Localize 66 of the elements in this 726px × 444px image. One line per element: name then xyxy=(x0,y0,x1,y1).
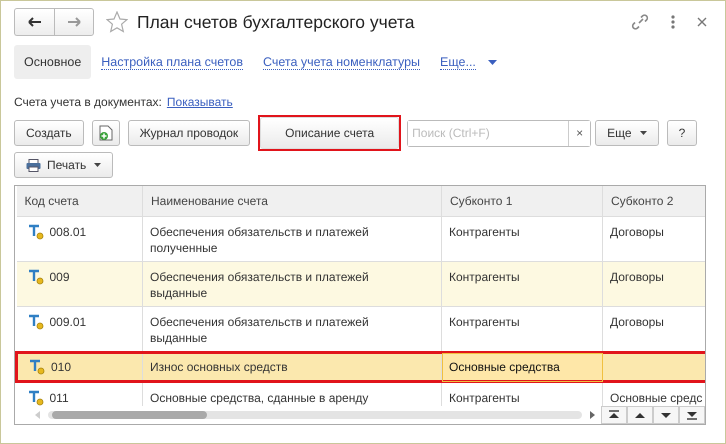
star-icon[interactable] xyxy=(106,11,128,33)
back-arrow-icon xyxy=(28,17,42,27)
scroll-button[interactable] xyxy=(627,406,653,424)
table-cell-text: Основные средства, сданные в аренду xyxy=(150,390,370,406)
help-button[interactable]: ? xyxy=(666,120,698,146)
table-cell: 009 xyxy=(50,269,70,285)
link-icon[interactable] xyxy=(631,13,649,31)
table-cell: Основные средс xyxy=(610,391,702,405)
account-type-icon xyxy=(28,269,44,285)
accounts-label: Счета учета в документах: xyxy=(14,95,162,109)
table-cell: 009.01 xyxy=(50,314,86,330)
table-cell: 008.01 xyxy=(50,224,86,240)
show-link[interactable]: Показывать xyxy=(166,95,233,109)
down-icon xyxy=(660,410,672,420)
scroll-button[interactable] xyxy=(653,406,679,424)
table-cell-text: Обеспечения обязательств и платежей полученные xyxy=(150,224,370,256)
up-icon xyxy=(634,410,646,420)
table-cell: Договоры xyxy=(610,225,664,239)
scroll-button[interactable] xyxy=(679,406,705,424)
table-cell: Контрагенты xyxy=(449,270,520,284)
caret-icon xyxy=(640,131,647,135)
tab-link[interactable]: Счета учета номенклатуры xyxy=(252,45,430,79)
window-title: План счетов бухгалтерского учета xyxy=(137,12,414,32)
back-button[interactable] xyxy=(14,8,54,36)
document-plus-icon xyxy=(98,125,113,141)
table-cell: 010 xyxy=(51,359,72,375)
tab-link[interactable]: Еще... xyxy=(430,45,507,79)
clear-button[interactable]: × xyxy=(568,120,590,146)
column-header[interactable]: Субконто 1 xyxy=(442,186,602,216)
table-cell: Договоры xyxy=(610,315,664,329)
dropdown-arrow-icon xyxy=(488,60,497,64)
close-icon[interactable] xyxy=(697,17,707,27)
column-header[interactable]: Код счета xyxy=(16,186,142,216)
account-type-icon xyxy=(28,314,44,330)
print-button[interactable]: Печать xyxy=(14,152,114,178)
first-icon xyxy=(608,410,620,420)
toolbar-button[interactable]: Описание счета xyxy=(260,117,400,149)
table-cell-text: Износ основных средств xyxy=(150,359,289,375)
table-cell: 011 xyxy=(50,390,69,406)
add-document-button[interactable] xyxy=(92,120,120,146)
caret-icon xyxy=(94,163,102,167)
toolbar-button[interactable]: Журнал проводок xyxy=(128,120,250,146)
more-icon[interactable] xyxy=(671,14,675,30)
tab-link[interactable]: Настройка плана счетов xyxy=(91,45,253,79)
last-icon xyxy=(686,410,698,420)
table-cell: Основные средства xyxy=(449,360,560,374)
table-cell: Договоры xyxy=(610,270,664,284)
table-cell-text: Обеспечения обязательств и платежей выданные xyxy=(150,314,370,346)
tab[interactable]: Основное xyxy=(14,45,92,79)
forward-arrow-icon xyxy=(67,17,81,27)
column-header[interactable]: Наименование счета xyxy=(142,186,442,216)
scroll-right-icon[interactable] xyxy=(590,411,595,419)
scroll-thumb[interactable] xyxy=(52,411,207,419)
toolbar-button[interactable]: Создать xyxy=(14,120,84,146)
table-cell: Контрагенты xyxy=(449,391,520,405)
account-type-icon xyxy=(28,390,44,406)
table-cell: Контрагенты xyxy=(449,315,520,329)
printer-icon xyxy=(26,158,41,172)
table-cell: Контрагенты xyxy=(449,225,520,239)
scroll-button[interactable] xyxy=(601,406,627,424)
account-type-icon xyxy=(28,224,44,240)
account-type-icon xyxy=(29,359,45,375)
more-button[interactable]: Еще xyxy=(595,120,659,146)
search-field[interactable]: Поиск (Ctrl+F) × xyxy=(407,120,592,146)
table-cell-text: Обеспечения обязательств и платежей выданные xyxy=(150,269,370,301)
column-header[interactable]: Субконто 2 xyxy=(602,186,705,216)
